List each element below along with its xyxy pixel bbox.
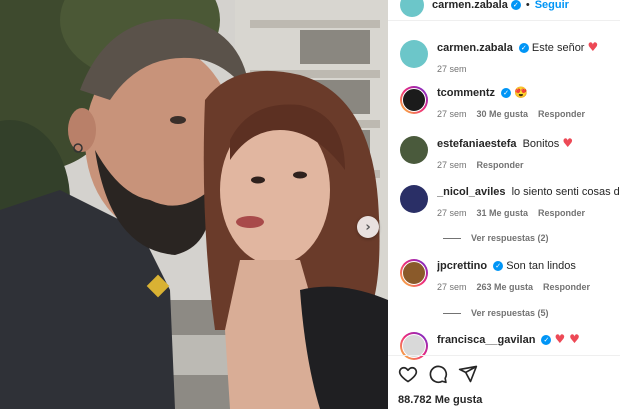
- comment-time[interactable]: 27 sem: [437, 109, 467, 119]
- likes-count[interactable]: 88.782 Me gusta: [398, 394, 482, 406]
- separator-dot: •: [525, 0, 530, 11]
- verified-badge-icon: ✓: [518, 43, 529, 53]
- post-header: carmen.zabala ✓ • Seguir: [388, 0, 620, 21]
- photo-illustration: [0, 0, 388, 409]
- divider-line: [443, 312, 461, 314]
- next-photo-button[interactable]: ›: [357, 216, 379, 238]
- comment-likes[interactable]: 31 Me gusta: [477, 208, 529, 218]
- comment-emoji: 😍: [514, 87, 528, 99]
- post-photo[interactable]: ›: [0, 0, 388, 409]
- comment-username[interactable]: _nicol_aviles: [437, 186, 506, 198]
- comment-likes[interactable]: 30 Me gusta: [477, 109, 529, 119]
- heart-emoji: ♥ ♥: [554, 332, 580, 346]
- comment-username[interactable]: estefaniaestefa: [437, 138, 517, 150]
- comment-username[interactable]: jpcrettino: [437, 260, 487, 272]
- reply-button[interactable]: Responder: [538, 109, 585, 119]
- comment-item: carmen.zabala ✓ Este señor ♥ 27 sem: [400, 40, 620, 74]
- heart-emoji: ♥: [587, 40, 599, 54]
- comment-time[interactable]: 27 sem: [437, 208, 467, 218]
- post-actions-bar: 88.782 Me gusta: [388, 355, 620, 409]
- comment-time[interactable]: 27 sem: [437, 160, 467, 170]
- view-replies-label: Ver respuestas (5): [471, 308, 549, 318]
- comment-time[interactable]: 27 sem: [437, 64, 467, 74]
- reply-button[interactable]: Responder: [538, 208, 585, 218]
- comment-time[interactable]: 27 sem: [437, 282, 467, 292]
- comments-list: carmen.zabala ✓ Este señor ♥ 27 sem tcomm…: [388, 30, 620, 360]
- comment-username[interactable]: tcommentz: [437, 87, 495, 99]
- view-replies-label: Ver respuestas (2): [471, 233, 549, 243]
- comment-item: jpcrettino ✓ Son tan lindos 27 sem 263 Me…: [400, 259, 620, 292]
- comment-text: Este señor: [531, 42, 585, 54]
- comment-username[interactable]: carmen.zabala: [437, 42, 513, 54]
- comment-text: Bonitos: [522, 138, 560, 150]
- comment-likes[interactable]: 263 Me gusta: [477, 282, 534, 292]
- view-replies-button[interactable]: Ver respuestas (2): [443, 233, 549, 243]
- comment-text: Son tan lindos: [506, 260, 576, 272]
- avatar[interactable]: [400, 40, 428, 68]
- avatar[interactable]: [400, 259, 428, 287]
- comment-icon[interactable]: [428, 364, 448, 384]
- verified-badge-icon: ✓: [501, 88, 512, 98]
- comment-item: _nicol_aviles lo siento senti cosas del …: [400, 185, 620, 218]
- comment-item: estefaniaestefa Bonitos ♥ 27 sem Respond…: [400, 136, 620, 170]
- divider-line: [443, 237, 461, 239]
- view-replies-button[interactable]: Ver respuestas (5): [443, 308, 549, 318]
- avatar[interactable]: [400, 86, 428, 114]
- heart-icon[interactable]: [398, 364, 418, 384]
- comment-item: tcommentz ✓ 😍 27 sem 30 Me gusta Responde…: [400, 86, 620, 119]
- share-icon[interactable]: [458, 364, 478, 384]
- avatar[interactable]: [400, 136, 428, 164]
- verified-badge-icon: ✓: [541, 335, 552, 345]
- comment-text: lo siento senti cosas del nio: [511, 186, 620, 198]
- author-avatar[interactable]: [400, 0, 424, 17]
- reply-button[interactable]: Responder: [477, 160, 524, 170]
- heart-emoji: ♥: [562, 136, 574, 150]
- follow-button[interactable]: Seguir: [535, 0, 569, 11]
- avatar[interactable]: [400, 185, 428, 213]
- comment-username[interactable]: francisca__gavilan: [437, 334, 535, 346]
- reply-button[interactable]: Responder: [543, 282, 590, 292]
- chevron-right-icon: ›: [365, 219, 371, 235]
- post-side-panel: carmen.zabala ✓ • Seguir carmen.zabala ✓ …: [388, 0, 620, 409]
- author-username[interactable]: carmen.zabala: [432, 0, 508, 11]
- verified-badge-icon: ✓: [510, 0, 521, 10]
- verified-badge-icon: ✓: [493, 261, 504, 271]
